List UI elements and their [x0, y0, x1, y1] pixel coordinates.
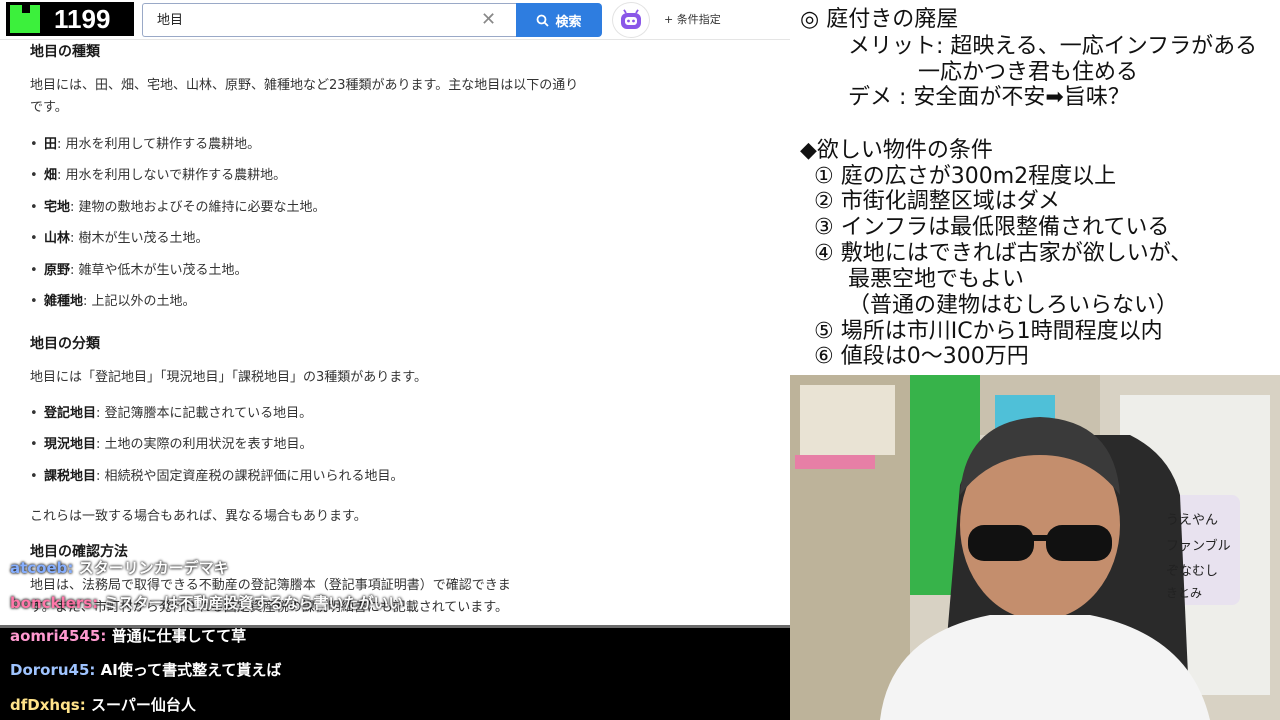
viewer-count-badge: 1199: [6, 2, 134, 36]
chat-message: dfDxhqs: スーパー仙台人: [10, 696, 196, 714]
section-intro-types: 地目には、田、畑、宅地、山林、原野、雑種地など23種類があります。主な地目は以下…: [30, 78, 579, 115]
robot-icon: [621, 9, 641, 29]
notes-merit-2: 一応かつき君も住める: [918, 60, 1139, 85]
chat-message: atcoeb: スターリンカーデマキ: [10, 559, 229, 577]
viewer-count: 1199: [54, 4, 111, 34]
ai-assistant-button[interactable]: [612, 2, 650, 38]
browser-window: 1199 ✕ 検索 + 条件指定 地目の種類 地目には、田、畑、宅地、山林、原野…: [0, 0, 790, 720]
logo-icon: [10, 5, 40, 33]
search-icon: [537, 14, 550, 27]
search-header: 1199 ✕ 検索 + 条件指定: [0, 0, 790, 40]
search-input[interactable]: [157, 11, 457, 26]
section-intro-classes: 地目には「登記地目」「現況地目」「課税地目」の3種類があります。: [30, 370, 427, 385]
list-item: • 雑種地: 上記以外の土地。: [30, 294, 196, 309]
list-item: • 登記地目: 登記簿謄本に記載されている地目。: [30, 406, 313, 421]
chat-message: aomri4545: 普通に仕事してて草: [10, 627, 247, 645]
list-item: • 原野: 雑草や低木が生い茂る土地。: [30, 263, 248, 278]
viewer-name-card: うえやん: [1166, 513, 1219, 528]
condition-item: ⑥ 値段は0～300万円: [814, 344, 1029, 369]
list-item: • 課税地目: 相続税や固定資産税の課税評価に用いられる地目。: [30, 469, 404, 484]
conditions-heading: ◆欲しい物件の条件: [800, 138, 993, 163]
list-item: • 宅地: 建物の敷地およびその維持に必要な土地。: [30, 200, 326, 215]
condition-item: ④ 敷地にはできれば古家が欲しいが、: [814, 241, 1193, 266]
list-item: • 山林: 樹木が生い茂る土地。: [30, 231, 209, 246]
list-item: • 現況地目: 土地の実際の利用状況を表す地目。: [30, 437, 313, 452]
note-text: これらは一致する場合もあれば、異なる場合もあります。: [30, 509, 367, 524]
notes-merit: メリット: 超映える、一応インフラがある: [848, 34, 1258, 59]
section-title-classes: 地目の分類: [30, 336, 100, 352]
list-item: • 田: 用水を利用して耕作する農耕地。: [30, 137, 261, 152]
condition-item: ① 庭の広さが300m2程度以上: [814, 164, 1117, 189]
viewer-name-card: ぞなむし: [1166, 564, 1219, 579]
chat-message: boncklers: ミスターは不動産投資するなら書いたがいい: [10, 594, 404, 612]
clear-icon[interactable]: ✕: [481, 9, 496, 30]
list-item: • 畑: 用水を利用しないで耕作する農耕地。: [30, 168, 287, 183]
viewer-name-card: きとみ: [1166, 586, 1203, 600]
viewer-name-card: ファンブル: [1166, 539, 1231, 554]
notes-panel: ◎ 庭付きの廃屋 メリット: 超映える、一応インフラがある 一応かつき君も住める…: [790, 0, 1280, 375]
condition-item: ⑤ 場所は市川ICから1時間程度以内: [814, 319, 1163, 344]
condition-link[interactable]: + 条件指定: [664, 11, 721, 27]
notes-heading: ◎ 庭付きの廃屋: [800, 7, 959, 32]
notes-demerit: デメ : 安全面が不安➡旨味？: [848, 85, 1130, 110]
condition-item: ③ インフラは最低限整備されている: [814, 215, 1170, 240]
chat-message: Dororu45: AI使って書式整えて貰えば: [10, 661, 282, 679]
search-button-label: 検索: [555, 14, 582, 30]
section-title-types: 地目の種類: [30, 44, 100, 60]
search-field[interactable]: ✕: [142, 3, 518, 37]
webcam-feed: うえやん ファンブル ぞなむし きとみ: [790, 375, 1280, 720]
search-button[interactable]: 検索: [516, 3, 602, 37]
condition-item-cont: 最悪空地でもよい: [848, 267, 1025, 292]
condition-item: ② 市街化調整区域はダメ: [814, 189, 1061, 214]
article-content: 地目の種類 地目には、田、畑、宅地、山林、原野、雑種地など23種類があります。主…: [0, 40, 790, 720]
condition-item-cont: （普通の建物はむしろいらない）: [848, 293, 1179, 318]
